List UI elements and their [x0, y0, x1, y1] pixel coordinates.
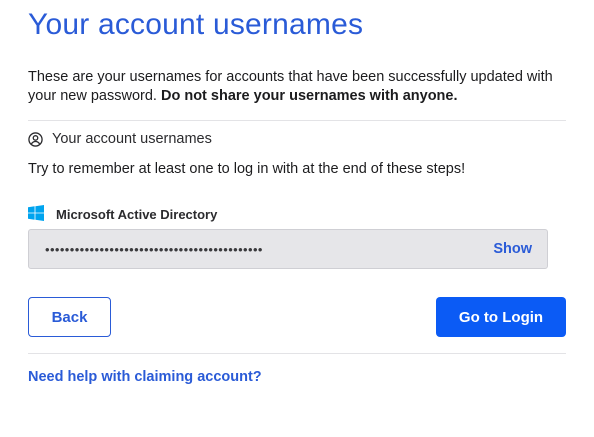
- back-button[interactable]: Back: [28, 297, 111, 337]
- provider-row: Microsoft Active Directory: [28, 205, 217, 224]
- user-circle-icon: [28, 131, 43, 147]
- go-to-login-button[interactable]: Go to Login: [436, 297, 566, 337]
- show-username-button[interactable]: Show: [493, 241, 532, 257]
- bottom-divider: [28, 353, 566, 354]
- help-claiming-account-link[interactable]: Need help with claiming account?: [28, 369, 262, 385]
- intro-warning: Do not share your usernames with anyone.: [160, 87, 458, 104]
- username-field[interactable]: ••••••••••••••••••••••••••••••••••••••••…: [28, 229, 548, 269]
- section-heading: Your account usernames: [28, 131, 212, 147]
- provider-name: Microsoft Active Directory: [56, 207, 218, 222]
- masked-username: ••••••••••••••••••••••••••••••••••••••••…: [45, 241, 263, 257]
- intro-text: These are your usernames for accounts th…: [28, 68, 573, 105]
- hint-text: Try to remember at least one to log in w…: [28, 161, 466, 177]
- page-title: Your account usernames: [28, 8, 364, 41]
- section-heading-label: Your account usernames: [52, 131, 212, 147]
- windows-logo-icon: [28, 205, 44, 224]
- top-divider: [28, 120, 566, 121]
- account-usernames-page: Your account usernames These are your us…: [0, 0, 594, 437]
